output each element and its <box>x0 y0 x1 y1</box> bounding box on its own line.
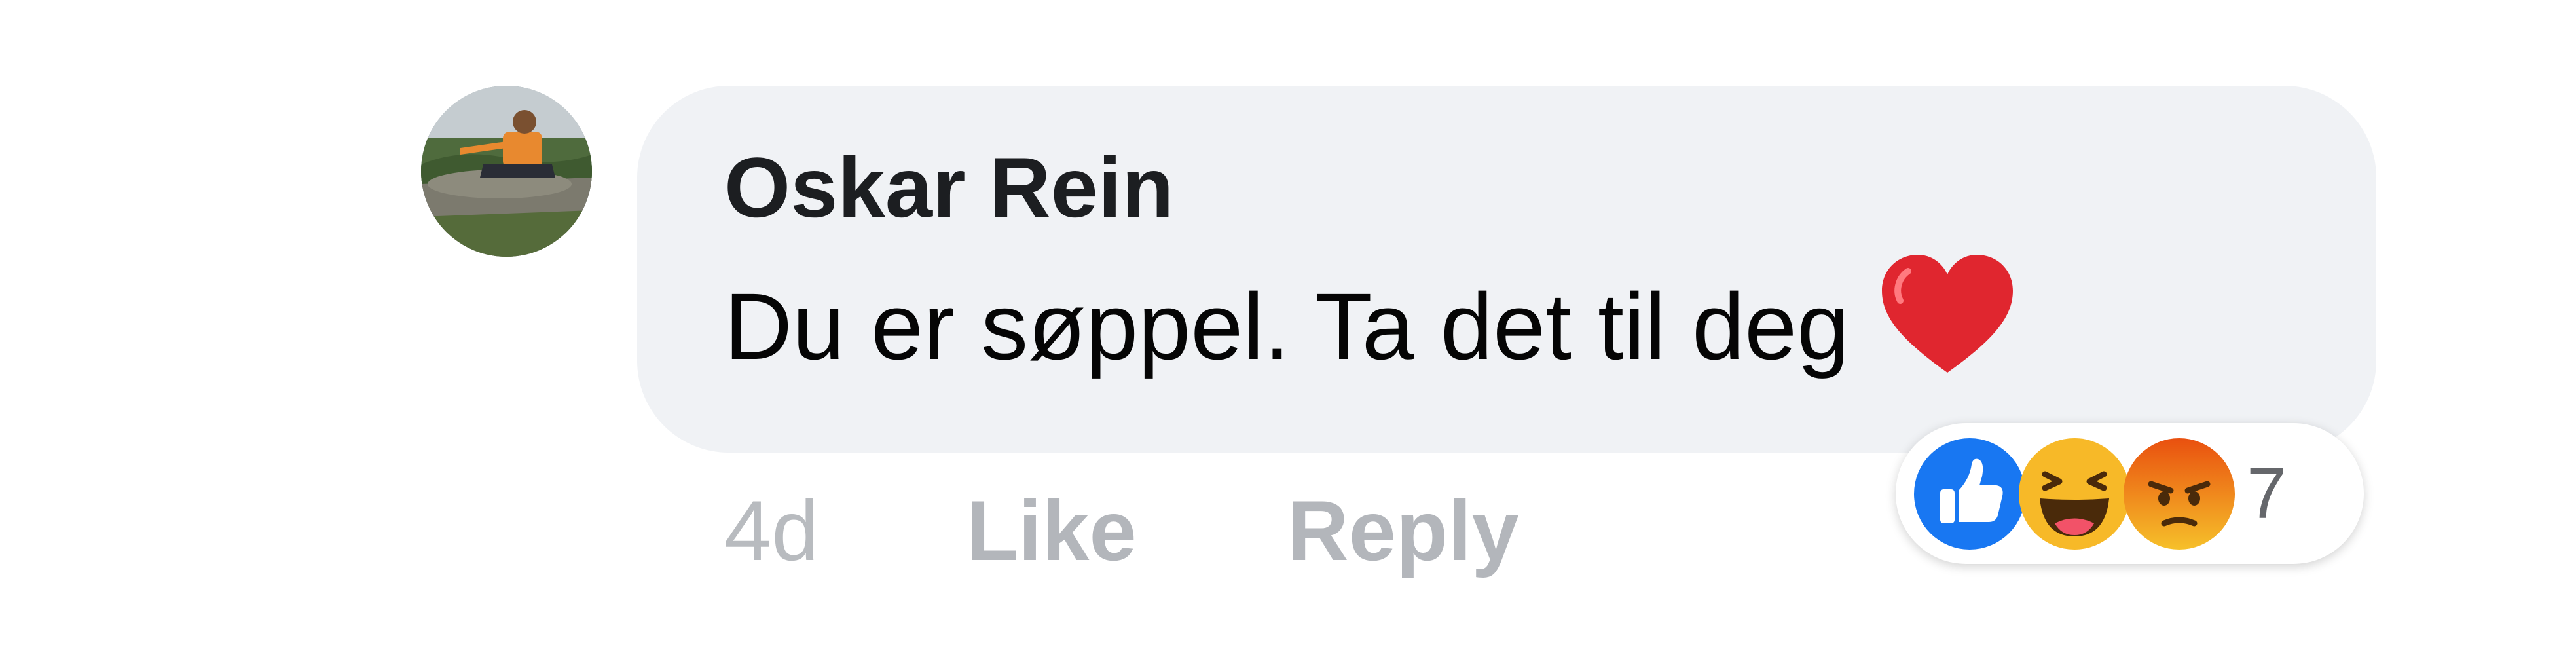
angry-reaction-icon <box>2124 438 2235 550</box>
comment-text-row: Du er søppel. Ta det til deg <box>724 255 2014 379</box>
comment-author[interactable]: Oskar Rein <box>724 145 1173 230</box>
avatar-photo <box>421 86 592 257</box>
avatar[interactable] <box>421 86 592 257</box>
comment-actions: 4d Like Reply <box>724 488 1519 573</box>
reactions-summary[interactable]: 7 <box>1896 423 2364 564</box>
comment-timestamp[interactable]: 4d <box>724 488 819 573</box>
reply-button[interactable]: Reply <box>1287 488 1519 573</box>
red-heart-icon <box>1882 255 2014 379</box>
like-button[interactable]: Like <box>966 488 1137 573</box>
haha-reaction-icon <box>2019 438 2130 550</box>
like-reaction-icon <box>1914 438 2025 550</box>
comment-bubble: Oskar Rein Du er søppel. Ta det til deg <box>637 86 2376 453</box>
reaction-count: 7 <box>2247 453 2287 534</box>
comment-text: Du er søppel. Ta det til deg <box>724 274 1850 379</box>
